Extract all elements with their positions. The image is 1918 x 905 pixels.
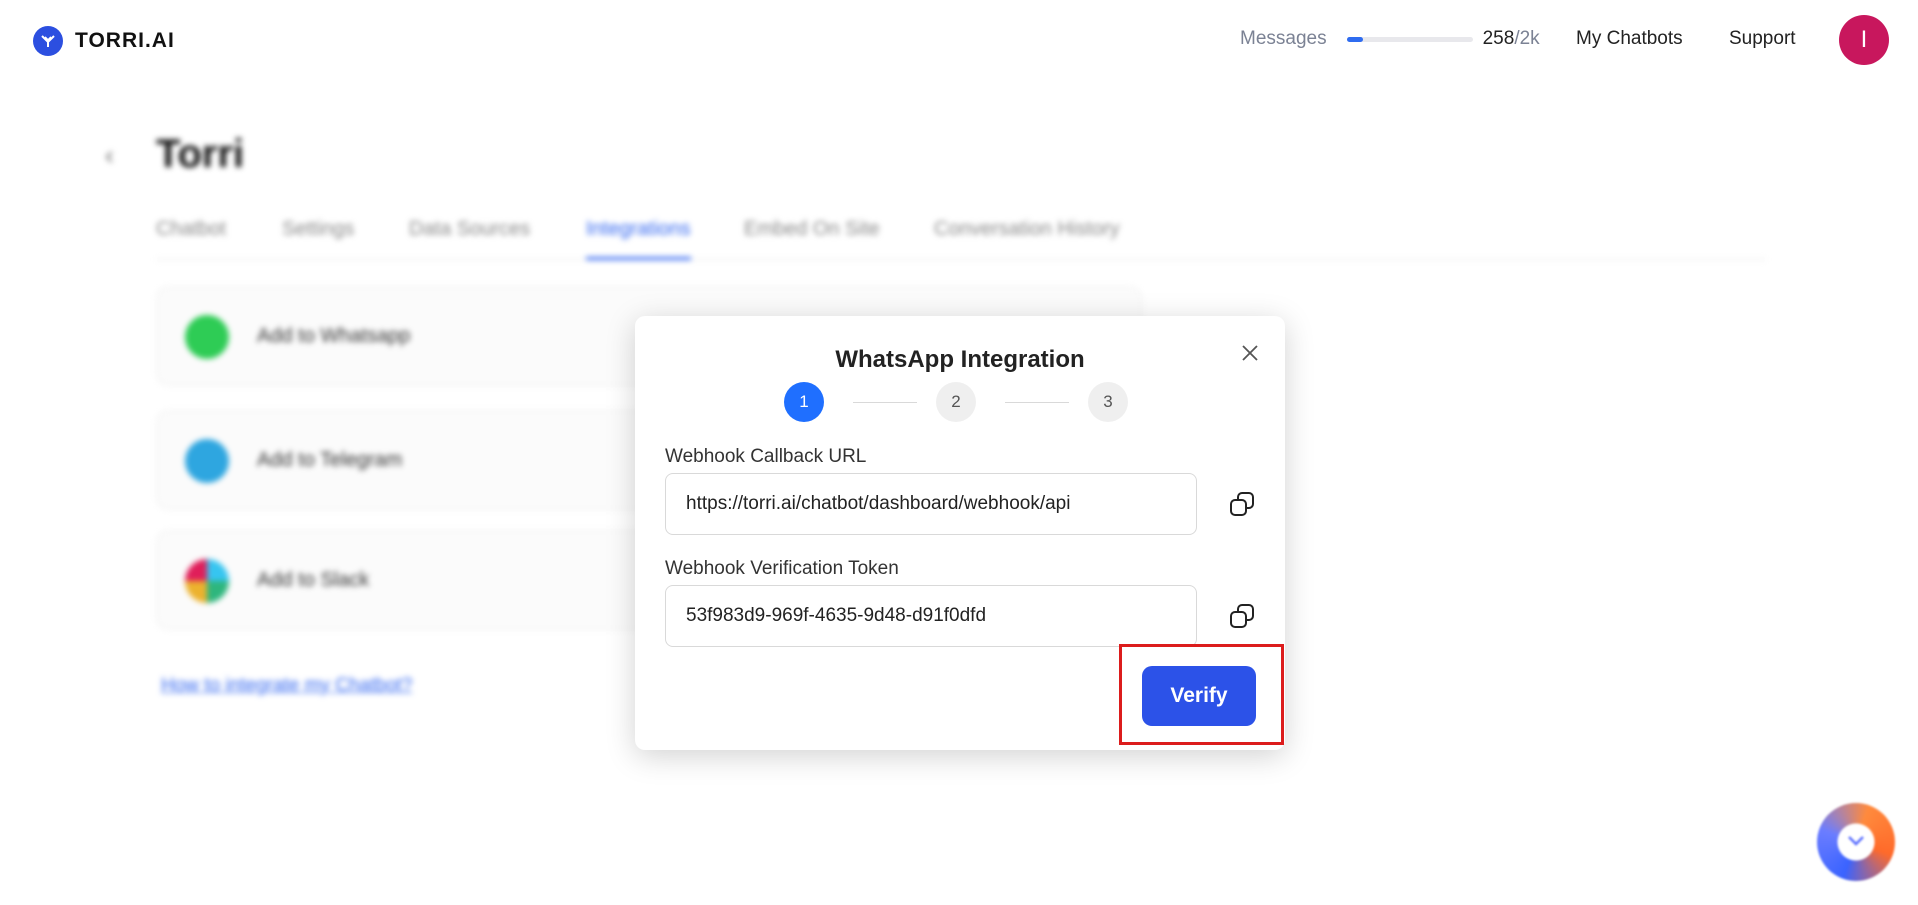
verify-button[interactable]: Verify [1142,666,1256,726]
tab-integrations[interactable]: Integrations [586,218,691,260]
chatbot-tabs: Chatbot Settings Data Sources Integratio… [156,218,1766,260]
torri-logo-icon [33,26,63,56]
messages-used-count: 258 [1482,28,1515,49]
telegram-icon [185,439,229,483]
brand-name: TORRI.AI [75,29,175,52]
top-navigation-bar: TORRI.AI Messages 258 /2k My Chatbots Su… [0,0,1918,80]
integration-help-link[interactable]: How to integrate my Chatbot? [161,675,412,697]
step-1: 1 [784,382,824,422]
back-arrow-icon[interactable]: ‹ [105,140,114,171]
step-connector [853,402,917,403]
page-title: Torri [156,132,245,176]
modal-title: WhatsApp Integration [835,346,1085,373]
tab-conversation-history[interactable]: Conversation History [934,218,1120,257]
step-connector [1005,402,1069,403]
callback-url-field[interactable]: https://torri.ai/chatbot/dashboard/webho… [665,473,1197,535]
tab-settings[interactable]: Settings [282,218,354,257]
step-2: 2 [936,382,976,422]
tab-chatbot[interactable]: Chatbot [156,218,226,257]
tab-embed-on-site[interactable]: Embed On Site [744,218,880,257]
integration-stepper: 1 2 3 [635,382,1285,422]
callback-url-label: Webhook Callback URL [665,446,867,467]
close-icon[interactable] [1235,338,1265,368]
tab-data-sources[interactable]: Data Sources [409,218,530,257]
brand-logo[interactable]: TORRI.AI [33,26,175,56]
my-chatbots-link[interactable]: My Chatbots [1576,28,1683,50]
copy-verification-token-icon[interactable] [1225,599,1259,633]
user-avatar[interactable]: I [1839,15,1889,65]
messages-progress-bar [1346,36,1473,42]
whatsapp-icon [185,315,229,359]
chat-widget-button[interactable] [1817,803,1895,881]
copy-callback-url-icon[interactable] [1225,487,1259,521]
messages-label: Messages [1240,28,1327,49]
chat-bot-icon [1848,836,1864,846]
verification-token-label: Webhook Verification Token [665,558,899,579]
whatsapp-integration-label: Add to Whatsapp [257,325,411,347]
step-3: 3 [1088,382,1128,422]
messages-progress-fill [1346,36,1363,42]
telegram-integration-label: Add to Telegram [257,449,403,471]
verification-token-field[interactable]: 53f983d9-969f-4635-9d48-d91f0dfd [665,585,1197,647]
slack-icon [185,559,229,603]
messages-usage: Messages 258 /2k [1240,28,1540,50]
support-link[interactable]: Support [1729,28,1796,50]
messages-total-count: /2k [1514,28,1540,49]
slack-integration-label: Add to Slack [257,569,370,591]
